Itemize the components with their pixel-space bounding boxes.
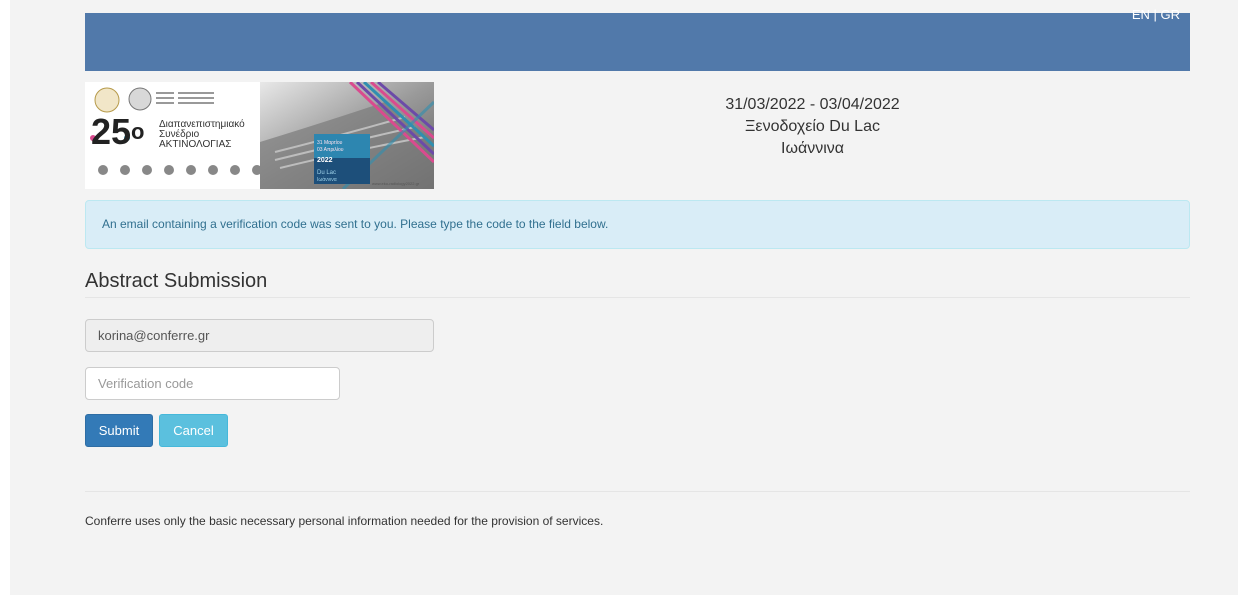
title-divider bbox=[85, 297, 1190, 298]
verification-code-input[interactable] bbox=[85, 367, 340, 400]
conference-banner: 25ο Διαπανεπιστημιακό Συνέδριο ΑΚΤΙΝΟΛΟΓ… bbox=[85, 82, 434, 189]
event-city: Ιωάννινα bbox=[781, 140, 844, 157]
banner-date-line-2: 03 Απριλίου bbox=[317, 147, 344, 153]
submit-button[interactable]: Submit bbox=[85, 414, 153, 447]
footer-divider bbox=[85, 491, 1190, 492]
banner-year: 2022 bbox=[317, 157, 333, 164]
language-switcher[interactable]: EN | GR bbox=[1132, 7, 1180, 22]
event-info: 31/03/2022 - 03/04/2022 Ξενοδοχείο Du La… bbox=[435, 94, 1190, 160]
page-background: EN | GR 25ο Διαπανεπιστημιακό Συνέδριο Α… bbox=[10, 0, 1238, 595]
banner-place-2: Ιωάννινα bbox=[317, 177, 337, 183]
banner-line-3: ΑΚΤΙΝΟΛΟΓΙΑΣ bbox=[159, 139, 232, 150]
event-hotel: Ξενοδοχείο Du Lac bbox=[745, 118, 880, 135]
email-field: korina@conferre.gr bbox=[85, 319, 434, 352]
privacy-notice: Conferre uses only the basic necessary p… bbox=[85, 514, 604, 528]
cancel-button[interactable]: Cancel bbox=[159, 414, 228, 447]
conference-number: 25ο bbox=[91, 111, 145, 152]
event-dates: 31/03/2022 - 03/04/2022 bbox=[725, 96, 900, 113]
page-title: Abstract Submission bbox=[85, 270, 268, 292]
content-container: EN | GR 25ο Διαπανεπιστημιακό Συνέδριο Α… bbox=[85, 0, 1190, 595]
top-bar: EN | GR bbox=[85, 7, 1190, 71]
info-alert: An email containing a verification code … bbox=[85, 200, 1190, 249]
banner-url: www.eko-radiology2022.gr bbox=[372, 181, 420, 186]
